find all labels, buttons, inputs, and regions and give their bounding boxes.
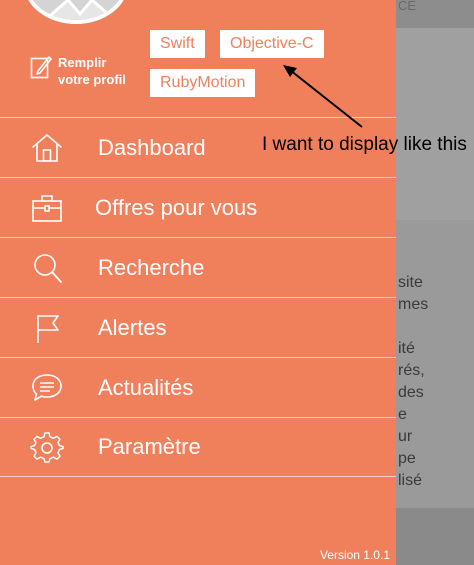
menu-label-offres: Offres pour vous [95,194,258,220]
annotation-text: I want to display like this [262,134,467,155]
fill-profile-label-line1: Remplir [58,55,107,70]
fill-profile-label: Remplir votre profil [58,54,126,88]
background-banner [396,28,474,220]
tag-rubymotion[interactable]: RubyMotion [150,69,256,97]
menu-label-actualites: Actualités [98,374,194,400]
menu-label-recherche: Recherche [98,254,205,280]
background-line-1: site [398,274,423,291]
search-icon [34,254,62,283]
gear-icon [30,432,64,463]
background-line-9: pe [398,450,416,467]
background-line-6: des [398,384,424,401]
tag-objective-c[interactable]: Objective-C [220,30,324,58]
menu-item-recherche[interactable]: Recherche [0,237,396,297]
edit-profile-icon [30,56,52,79]
fill-profile-link[interactable]: Remplir votre profil [30,54,126,88]
background-corner-text: CE [398,0,417,13]
menu-label-dashboard: Dashboard [98,134,206,160]
background-line-4: ité [398,340,415,357]
home-icon [32,134,62,162]
fill-profile-label-line2: votre profil [58,72,126,87]
background-line-2: mes [398,296,429,313]
avatar[interactable] [24,0,128,24]
drawer-menu: Dashboard Offres pour vous Recherche Ale… [0,117,396,477]
menu-label-alertes: Alertes [98,314,167,340]
chat-icon [32,374,62,401]
version-label: Version 1.0.1 [319,548,390,562]
flag-icon [37,315,59,343]
tag-swift[interactable]: Swift [150,30,205,58]
background-line-7: e [398,406,407,423]
menu-item-actualites[interactable]: Actualités [0,357,396,417]
briefcase-icon [32,195,62,222]
navigation-drawer: Remplir votre profil Swift Objective-C R… [0,0,396,565]
background-line-5: rés, [398,362,425,379]
menu-label-parametre: Paramètre [98,434,201,459]
background-line-8: ur [398,428,413,445]
avatar-placeholder-icon [28,0,124,20]
menu-item-parametre[interactable]: Paramètre [0,417,396,477]
menu-item-alertes[interactable]: Alertes [0,297,396,357]
menu-item-offres[interactable]: Offres pour vous [0,177,396,237]
background-line-10: lisé [398,472,423,489]
